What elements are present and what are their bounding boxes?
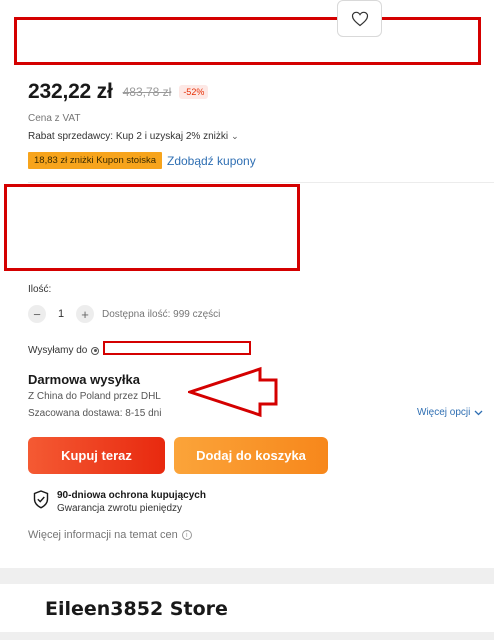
estimated-delivery: Szacowana dostawa: 8-15 dni	[28, 408, 162, 419]
free-shipping-title: Darmowa wysyłka	[28, 372, 141, 387]
add-to-cart-button[interactable]: Dodaj do koszyka	[174, 437, 328, 474]
wishlist-button[interactable]	[337, 0, 382, 37]
redaction-box-destination	[103, 341, 251, 355]
quantity-label: Ilość:	[28, 284, 52, 295]
section-divider	[0, 632, 494, 640]
chevron-down-icon: ⌄	[231, 131, 239, 141]
shipping-route: Z China do Poland przez DHL	[28, 391, 161, 402]
protection-title: 90-dniowa ochrona kupujących	[57, 490, 206, 501]
ship-to-row[interactable]: Wysyłamy do	[28, 345, 100, 356]
shield-check-icon	[33, 490, 49, 509]
quantity-decrease-button[interactable]: −	[28, 305, 46, 323]
section-divider	[0, 568, 494, 584]
current-price: 232,22 zł	[28, 80, 113, 103]
seller-discount[interactable]: Rabat sprzedawcy: Kup 2 i uzyskaj 2% zni…	[28, 131, 239, 142]
discount-badge: -52%	[179, 85, 209, 99]
quantity-value[interactable]: 1	[46, 308, 76, 320]
original-price: 483,78 zł	[122, 85, 172, 99]
redaction-box-top	[14, 17, 481, 65]
stock-available: Dostępna ilość: 999 części	[102, 308, 221, 320]
price-info-link[interactable]: Więcej informacji na temat cen i	[28, 529, 192, 541]
heart-icon	[351, 11, 368, 26]
more-shipping-options[interactable]: Więcej opcji	[417, 407, 483, 418]
protection-text: 90-dniowa ochrona kupujących Gwarancja z…	[57, 490, 206, 514]
location-pin-icon	[91, 346, 100, 355]
redaction-box-variants	[4, 184, 300, 271]
coupon-row: 18,83 zł zniżki Kupon stoiska Zdobądź ku…	[28, 152, 256, 169]
buyer-protection: 90-dniowa ochrona kupujących Gwarancja z…	[33, 490, 206, 514]
store-name[interactable]: Eileen3852 Store	[45, 598, 228, 620]
chevron-down-icon	[474, 410, 483, 415]
divider	[28, 182, 494, 183]
get-coupons-link[interactable]: Zdobądź kupony	[167, 154, 256, 168]
price-row: 232,22 zł 483,78 zł -52%	[28, 80, 209, 104]
seller-discount-label: Rabat sprzedawcy: Kup 2 i uzyskaj 2% zni…	[28, 131, 229, 142]
protection-subtitle: Gwarancja zwrotu pieniędzy	[57, 503, 183, 514]
info-icon: i	[181, 530, 192, 540]
more-options-label: Więcej opcji	[417, 407, 471, 418]
price-info-label: Więcej informacji na temat cen	[28, 529, 178, 541]
ship-to-label: Wysyłamy do	[28, 345, 88, 356]
store-coupon-tag: 18,83 zł zniżki Kupon stoiska	[28, 152, 162, 169]
quantity-stepper: − 1 + Dostępna ilość: 999 części	[28, 305, 220, 323]
quantity-increase-button[interactable]: +	[76, 305, 94, 323]
vat-note: Cena z VAT	[28, 113, 81, 124]
annotation-arrow-icon	[188, 366, 278, 418]
buy-now-button[interactable]: Kupuj teraz	[28, 437, 165, 474]
